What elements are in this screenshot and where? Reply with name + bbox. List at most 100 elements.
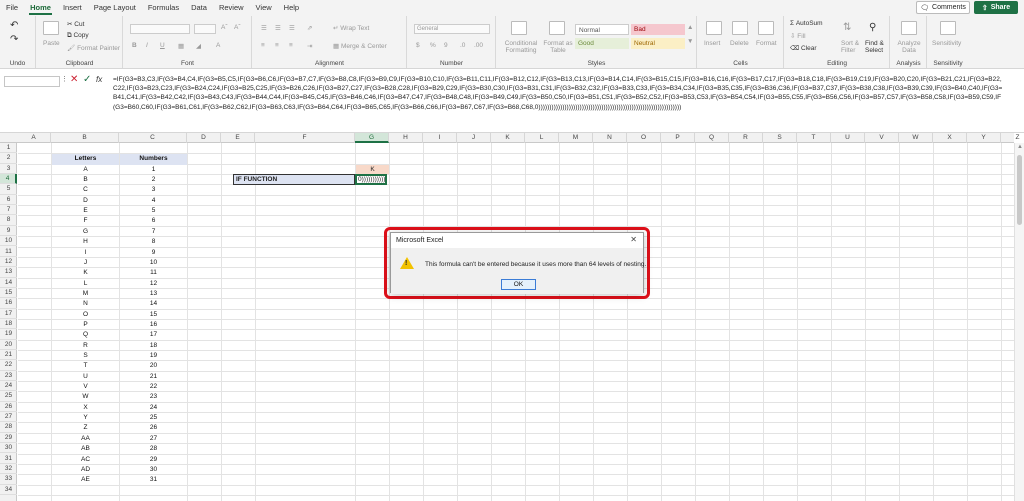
column-header-l[interactable]: L: [525, 133, 559, 143]
currency-icon[interactable]: $: [416, 42, 420, 49]
column-header-z[interactable]: Z: [1001, 133, 1024, 143]
column-header-b[interactable]: B: [51, 133, 119, 143]
letter-cell[interactable]: U: [52, 372, 119, 382]
tab-data[interactable]: Data: [185, 0, 213, 15]
row-header[interactable]: 32: [0, 464, 17, 475]
insert-function-button[interactable]: fx: [96, 75, 102, 84]
number-cell[interactable]: 13: [120, 289, 187, 299]
fill-button[interactable]: ⇩ Fill: [790, 32, 806, 40]
autosum-button[interactable]: Σ AutoSum: [790, 20, 823, 27]
number-cell[interactable]: 4: [120, 196, 187, 206]
column-header-r[interactable]: R: [729, 133, 763, 143]
wrap-text-button[interactable]: ↵ Wrap Text: [333, 24, 369, 32]
letter-cell[interactable]: AD: [52, 465, 119, 475]
cut-button[interactable]: ✂ Cut: [67, 20, 84, 28]
number-cell[interactable]: 30: [120, 465, 187, 475]
letter-cell[interactable]: N: [52, 299, 119, 309]
row-header[interactable]: 29: [0, 433, 17, 444]
letter-cell[interactable]: AA: [52, 434, 119, 444]
close-icon[interactable]: ✕: [630, 235, 637, 244]
scrollbar-thumb[interactable]: [1017, 155, 1022, 225]
lookup-value-cell[interactable]: K: [356, 164, 389, 175]
paste-icon[interactable]: [43, 21, 59, 35]
bold-button[interactable]: B: [132, 42, 137, 49]
number-cell[interactable]: 31: [120, 475, 187, 485]
find-select-button[interactable]: Find & Select: [865, 40, 889, 54]
number-cell[interactable]: 14: [120, 299, 187, 309]
comma-icon[interactable]: 9: [444, 42, 448, 49]
grow-font-icon[interactable]: Aˆ: [221, 24, 228, 31]
tab-page-layout[interactable]: Page Layout: [88, 0, 142, 15]
number-cell[interactable]: 1: [120, 165, 187, 175]
letter-cell[interactable]: B: [52, 175, 119, 185]
numbers-header-cell[interactable]: Numbers: [120, 154, 187, 165]
letter-cell[interactable]: O: [52, 310, 119, 320]
align-middle-icon[interactable]: ☰: [275, 24, 281, 32]
italic-button[interactable]: I: [146, 42, 148, 49]
tab-file[interactable]: File: [0, 0, 24, 15]
column-header-q[interactable]: Q: [695, 133, 729, 143]
letter-cell[interactable]: Z: [52, 423, 119, 433]
confirm-entry-icon[interactable]: ✓: [83, 74, 91, 85]
column-header-m[interactable]: M: [559, 133, 593, 143]
column-header-i[interactable]: I: [423, 133, 457, 143]
letter-cell[interactable]: W: [52, 392, 119, 402]
active-cell[interactable]: 0))))))))))): [355, 174, 388, 186]
letter-cell[interactable]: D: [52, 196, 119, 206]
align-center-icon[interactable]: ≡: [275, 42, 279, 49]
number-cell[interactable]: 22: [120, 382, 187, 392]
delete-cells-icon[interactable]: [732, 21, 748, 35]
row-header[interactable]: 4: [0, 174, 17, 185]
row-header[interactable]: 22: [0, 360, 17, 371]
number-cell[interactable]: 9: [120, 248, 187, 258]
row-header[interactable]: 7: [0, 205, 17, 216]
align-left-icon[interactable]: ≡: [261, 42, 265, 49]
letter-cell[interactable]: AE: [52, 475, 119, 485]
format-as-table-icon[interactable]: [549, 21, 565, 35]
row-header[interactable]: 9: [0, 226, 17, 237]
row-header[interactable]: 13: [0, 267, 17, 278]
borders-icon[interactable]: ▦: [178, 42, 184, 50]
letter-cell[interactable]: A: [52, 165, 119, 175]
name-box[interactable]: [4, 76, 60, 87]
column-header-j[interactable]: J: [457, 133, 491, 143]
number-cell[interactable]: 20: [120, 361, 187, 371]
redo-icon[interactable]: ↷: [10, 34, 18, 45]
column-header-p[interactable]: P: [661, 133, 695, 143]
column-header-s[interactable]: S: [763, 133, 797, 143]
row-header[interactable]: 10: [0, 236, 17, 247]
ok-button[interactable]: OK: [501, 279, 536, 290]
column-header-v[interactable]: V: [865, 133, 899, 143]
number-cell[interactable]: 17: [120, 330, 187, 340]
style-normal[interactable]: Normal: [575, 24, 629, 35]
merge-center-button[interactable]: ▦ Merge & Center: [333, 42, 387, 50]
row-header[interactable]: 26: [0, 402, 17, 413]
number-cell[interactable]: 2: [120, 175, 187, 185]
row-header[interactable]: 21: [0, 350, 17, 361]
row-header[interactable]: 30: [0, 443, 17, 454]
font-color-icon[interactable]: A: [216, 42, 220, 49]
orientation-icon[interactable]: ⇗: [307, 24, 312, 32]
column-header-y[interactable]: Y: [967, 133, 1001, 143]
letter-cell[interactable]: H: [52, 237, 119, 247]
number-cell[interactable]: 16: [120, 320, 187, 330]
format-cells-icon[interactable]: [758, 21, 774, 35]
tab-view[interactable]: View: [250, 0, 278, 15]
column-header-d[interactable]: D: [187, 133, 221, 143]
number-cell[interactable]: 26: [120, 423, 187, 433]
column-header-g[interactable]: G: [355, 133, 389, 143]
number-cell[interactable]: 12: [120, 279, 187, 289]
number-cell[interactable]: 15: [120, 310, 187, 320]
letter-cell[interactable]: T: [52, 361, 119, 371]
tab-review[interactable]: Review: [213, 0, 250, 15]
letter-cell[interactable]: AB: [52, 444, 119, 454]
format-cells-button[interactable]: Format: [756, 40, 777, 47]
styles-scroll-down-icon[interactable]: ▼: [687, 38, 693, 45]
letter-cell[interactable]: K: [52, 268, 119, 278]
insert-cells-button[interactable]: Insert: [704, 40, 720, 47]
row-header[interactable]: 15: [0, 288, 17, 299]
row-header[interactable]: 20: [0, 340, 17, 350]
row-header[interactable]: 28: [0, 422, 17, 433]
styles-scroll-up-icon[interactable]: ▲: [687, 24, 693, 31]
font-name-select[interactable]: [130, 24, 190, 34]
